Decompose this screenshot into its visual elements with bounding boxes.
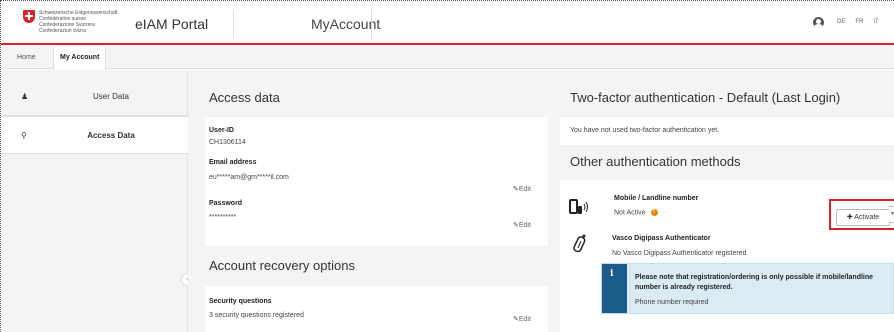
activate-button[interactable]: ✚ Activate: [836, 209, 890, 226]
breadcrumb-current[interactable]: My Account: [53, 47, 107, 70]
header-divider: [233, 9, 234, 39]
sidebar: ♟ User Data ⚲ Access Data: [1, 70, 188, 332]
vasco-method-title: Vasco Digipass Authenticator: [612, 235, 711, 242]
confederation-logo[interactable]: Schweizerische Eidgenossenschaft Confédé…: [23, 10, 117, 34]
two-factor-message: You have not used two-factor authenticat…: [570, 127, 720, 134]
two-factor-card: You have not used two-factor authenticat…: [560, 117, 894, 145]
sidebar-item-label: Access Data: [87, 131, 135, 140]
info-alert: i Please note that registration/ordering…: [601, 263, 894, 314]
sidebar-item-user-data[interactable]: ♟ User Data: [1, 78, 188, 116]
lang-de[interactable]: DE: [837, 19, 845, 25]
breadcrumb: Home My Account: [1, 47, 894, 70]
access-data-title: Access data: [209, 90, 280, 105]
recovery-title: Account recovery options: [209, 258, 355, 273]
confederation-names: Schweizerische Eidgenossenschaft Confédé…: [39, 10, 118, 34]
email-edit-link[interactable]: ✎Edit: [513, 185, 531, 193]
user-icon: ♟: [21, 92, 29, 101]
chevron-down-icon[interactable]: ▼: [889, 206, 894, 223]
header-divider: [371, 9, 372, 39]
digipass-token-icon: [573, 234, 586, 253]
activate-highlight: ✚ Activate ▼: [829, 199, 894, 230]
sidebar-item-access-data[interactable]: ⚲ Access Data: [1, 116, 188, 154]
lang-it[interactable]: IT: [873, 19, 878, 25]
security-questions-label: Security questions: [209, 298, 272, 305]
key-icon: ⚲: [21, 131, 27, 140]
info-icon-column: i: [602, 264, 627, 313]
recovery-card: Security questions 3 security questions …: [205, 286, 548, 332]
two-factor-title: Two-factor authentication - Default (Las…: [570, 90, 841, 105]
mobile-method-title: Mobile / Landline number: [614, 195, 699, 202]
info-requirement: Phone number required: [635, 299, 709, 306]
sidebar-item-label: User Data: [92, 92, 129, 101]
vasco-method-status: No Vasco Digipass Authenticator register…: [612, 250, 747, 257]
email-value: eu*****am@gm*****il.com: [209, 174, 289, 181]
user-id-label: User-ID: [209, 127, 234, 134]
info-icon: i: [610, 269, 614, 279]
user-id-value: CH1306114: [209, 139, 246, 146]
password-edit-link[interactable]: ✎Edit: [513, 221, 531, 229]
page-title: MyAccount: [311, 16, 381, 32]
warning-icon: !: [650, 209, 658, 216]
top-header: Schweizerische Eidgenossenschaft Confédé…: [1, 1, 894, 45]
phone-icon: [569, 199, 588, 214]
access-column: Access data User-ID CH1306114 Email addr…: [188, 70, 558, 332]
mobile-method-status: Not Active!: [614, 209, 658, 216]
access-data-card: User-ID CH1306114 Email address eu*****a…: [205, 117, 548, 246]
user-account-icon[interactable]: [813, 17, 824, 28]
info-message: Please note that registration/ordering i…: [635, 274, 874, 291]
security-questions-value: 3 security questions registered: [209, 312, 304, 319]
password-label: Password: [209, 200, 243, 207]
password-value: **********: [209, 214, 237, 221]
language-switcher: DE FR IT: [837, 19, 879, 25]
security-edit-link[interactable]: ✎Edit: [513, 315, 531, 323]
email-label: Email address: [209, 159, 257, 166]
breadcrumb-home[interactable]: Home: [17, 54, 36, 61]
lang-fr[interactable]: FR: [855, 19, 863, 25]
swiss-cross-icon: [23, 10, 35, 23]
other-methods-title: Other authentication methods: [570, 154, 741, 169]
portal-title[interactable]: eIAM Portal: [135, 16, 208, 32]
